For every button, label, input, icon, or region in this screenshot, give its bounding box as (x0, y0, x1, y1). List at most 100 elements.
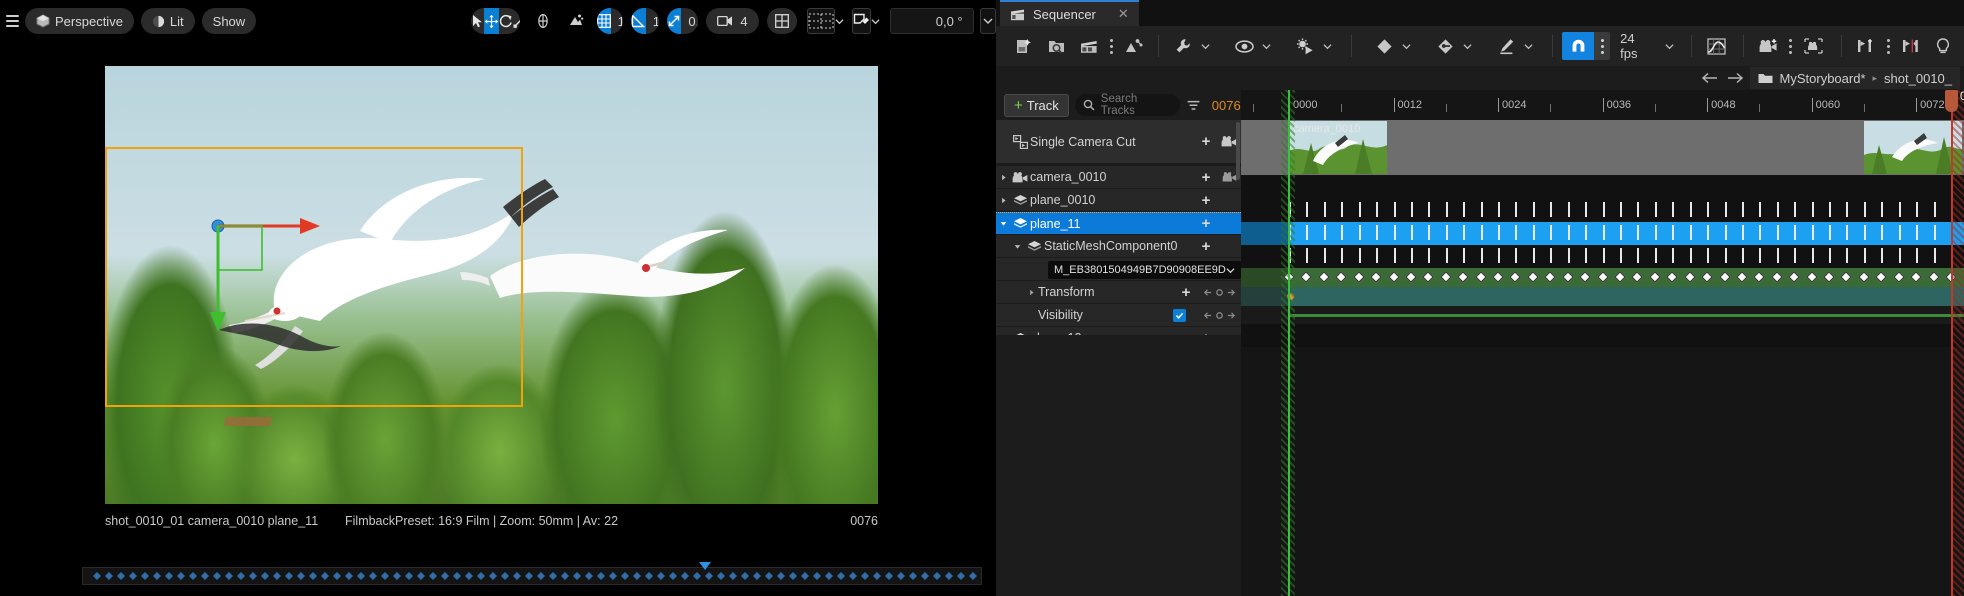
open-sequence-icon[interactable] (1042, 31, 1072, 61)
key-nav-group[interactable] (1197, 288, 1241, 297)
create-camera-icon[interactable] (1074, 31, 1104, 61)
expander-expanded-icon[interactable] (1010, 243, 1024, 250)
camera-speed-button[interactable]: 4 (706, 8, 759, 34)
breadcrumb-current[interactable]: shot_0010_ (1884, 71, 1952, 86)
view-options-button[interactable] (1229, 31, 1274, 61)
visibility-checkbox[interactable] (1172, 308, 1186, 322)
track-row-single-camera-cut[interactable]: Single Camera Cut + (996, 120, 1241, 164)
camera-bounds-icon[interactable] (1799, 31, 1829, 61)
timeline-row-camera-cut[interactable]: camera_0010 (1241, 120, 1964, 175)
breadcrumb-root[interactable]: MyStoryboard* (1780, 71, 1866, 86)
end-range-marker[interactable] (1945, 90, 1958, 112)
material-combo-box[interactable]: M_EB3801504949B7D90908EE9D3533218B (1048, 261, 1241, 279)
track-row-transform[interactable]: Transform + (996, 281, 1241, 304)
timeline-ruler[interactable]: 0000 0012 0024 0036 0048 0060 0072 (1241, 90, 1964, 120)
viewport-perspective-button[interactable]: Perspective (25, 8, 134, 34)
playhead-line[interactable] (1288, 90, 1290, 596)
arrow-right-icon[interactable] (1724, 67, 1748, 89)
timeline-row-material[interactable] (1241, 268, 1964, 287)
surface-snapping-icon[interactable] (563, 8, 589, 34)
timeline-row-transform[interactable] (1241, 287, 1964, 306)
add-marked-frame-icon[interactable] (1851, 31, 1881, 61)
search-tracks-input[interactable]: Search Tracks (1074, 93, 1180, 117)
magnet-snap-icon[interactable] (1562, 32, 1595, 60)
hamburger-icon[interactable] (6, 8, 19, 34)
scale-gizmo-icon[interactable] (513, 8, 520, 34)
auto-key-button[interactable] (1491, 31, 1536, 61)
angle-snap-icon[interactable] (630, 8, 646, 34)
close-icon[interactable]: ✕ (1118, 6, 1129, 22)
angle-snap-value[interactable]: 10° (646, 14, 660, 29)
add-section-icon[interactable]: + (1195, 134, 1217, 149)
curve-editor-icon[interactable] (1701, 31, 1731, 61)
sequence-more-options-icon[interactable] (1105, 31, 1117, 61)
viewport-layout-button[interactable] (766, 8, 797, 34)
key-interp-chevron-down-icon[interactable] (1460, 42, 1475, 51)
scale-snap-value[interactable]: 0,25 (681, 14, 698, 29)
viewport-lit-button[interactable]: Lit (140, 8, 195, 34)
viewport-render-area[interactable] (105, 66, 878, 504)
track-row-camera-0010[interactable]: camera_0010 + (996, 166, 1241, 189)
expander-collapsed-icon[interactable] (996, 174, 1010, 181)
timeline-row-plane-11[interactable] (1241, 222, 1964, 245)
timeline-row-camera-0010[interactable] (1241, 176, 1964, 199)
snapping-preview-icon[interactable] (806, 8, 835, 34)
tab-sequencer[interactable]: Sequencer ✕ (1000, 0, 1139, 26)
cursor-select-icon[interactable] (471, 8, 484, 34)
timeline-row-plane-0010[interactable] (1241, 199, 1964, 222)
snapping-preview-chevron-down-icon[interactable] (835, 8, 844, 34)
add-camera-options-icon[interactable] (1785, 31, 1797, 61)
move-gizmo-icon[interactable] (484, 8, 500, 34)
add-track-button[interactable]: + Track (1004, 93, 1069, 117)
tools-wrench-button[interactable] (1168, 31, 1213, 61)
actions-icon[interactable] (1119, 31, 1149, 61)
key-interpolation-button[interactable] (1430, 31, 1475, 61)
fps-chevron-down-icon[interactable] (1661, 42, 1677, 51)
add-track-icon[interactable]: + (1195, 170, 1217, 185)
add-camera-icon[interactable] (1753, 31, 1783, 61)
expander-expanded-icon[interactable] (996, 220, 1010, 227)
rotation-chevron-down-icon[interactable] (979, 8, 996, 34)
scale-snap-icon[interactable] (667, 8, 682, 34)
fps-label[interactable]: 24 fps (1612, 31, 1659, 61)
tools-chevron-down-icon[interactable] (1198, 42, 1213, 51)
track-row-plane-11[interactable]: plane_11 + (996, 212, 1241, 235)
rotation-value-field[interactable]: 0,0 ° (889, 8, 974, 34)
snap-options-icon[interactable] (1594, 32, 1611, 60)
camera-cut-thumbnail-start[interactable]: camera_0010 (1289, 121, 1387, 174)
marked-frames-icon[interactable] (1896, 31, 1926, 61)
viewport-timeline-strip[interactable] (82, 562, 982, 585)
outliner-scrollbar[interactable] (1236, 122, 1240, 180)
arrow-left-icon[interactable] (1698, 67, 1722, 89)
render-chevron-down-icon[interactable] (1320, 42, 1335, 51)
marked-frame-options-icon[interactable] (1882, 31, 1894, 61)
new-level-sequence-icon[interactable] (1010, 31, 1040, 61)
timeline-row-visibility[interactable] (1241, 306, 1964, 324)
keyframe-button[interactable] (1369, 31, 1414, 61)
viewport-show-button[interactable]: Show (201, 8, 257, 34)
track-row-staticmeshcomponent0[interactable]: StaticMeshComponent0 + (996, 235, 1241, 258)
track-row-visibility[interactable]: Visibility (996, 304, 1241, 327)
auto-key-chevron-down-icon[interactable] (1521, 42, 1536, 51)
keyframe-chevron-down-icon[interactable] (1399, 42, 1414, 51)
timeline-row-plane-12[interactable] (1241, 324, 1964, 347)
add-key-icon[interactable]: + (1175, 285, 1197, 300)
light-bulb-icon[interactable] (1928, 31, 1958, 61)
add-track-icon[interactable]: + (1195, 193, 1217, 208)
expander-collapsed-icon[interactable] (1024, 289, 1038, 296)
filter-icon[interactable] (1186, 94, 1202, 116)
expander-collapsed-icon[interactable] (996, 197, 1010, 204)
view-chevron-down-icon[interactable] (1259, 42, 1274, 51)
add-track-icon[interactable]: + (1195, 239, 1217, 254)
sequencer-timeline[interactable]: 0000 0012 0024 0036 0048 0060 0072 camera_0010 (1241, 90, 1964, 596)
render-movie-button[interactable] (1290, 31, 1335, 61)
paint-chevron-down-icon[interactable] (871, 8, 880, 34)
paint-brush-icon[interactable] (851, 8, 871, 34)
grid-snap-value[interactable]: 10 (611, 14, 623, 29)
timeline-row-staticmeshcomponent0[interactable] (1241, 245, 1964, 268)
grid-snap-icon[interactable] (596, 8, 611, 34)
track-row-plane-0010[interactable]: plane_0010 + (996, 189, 1241, 212)
add-track-icon[interactable]: + (1195, 216, 1217, 231)
globe-coordinate-icon[interactable] (530, 8, 556, 34)
viewport-playhead[interactable] (699, 562, 711, 570)
